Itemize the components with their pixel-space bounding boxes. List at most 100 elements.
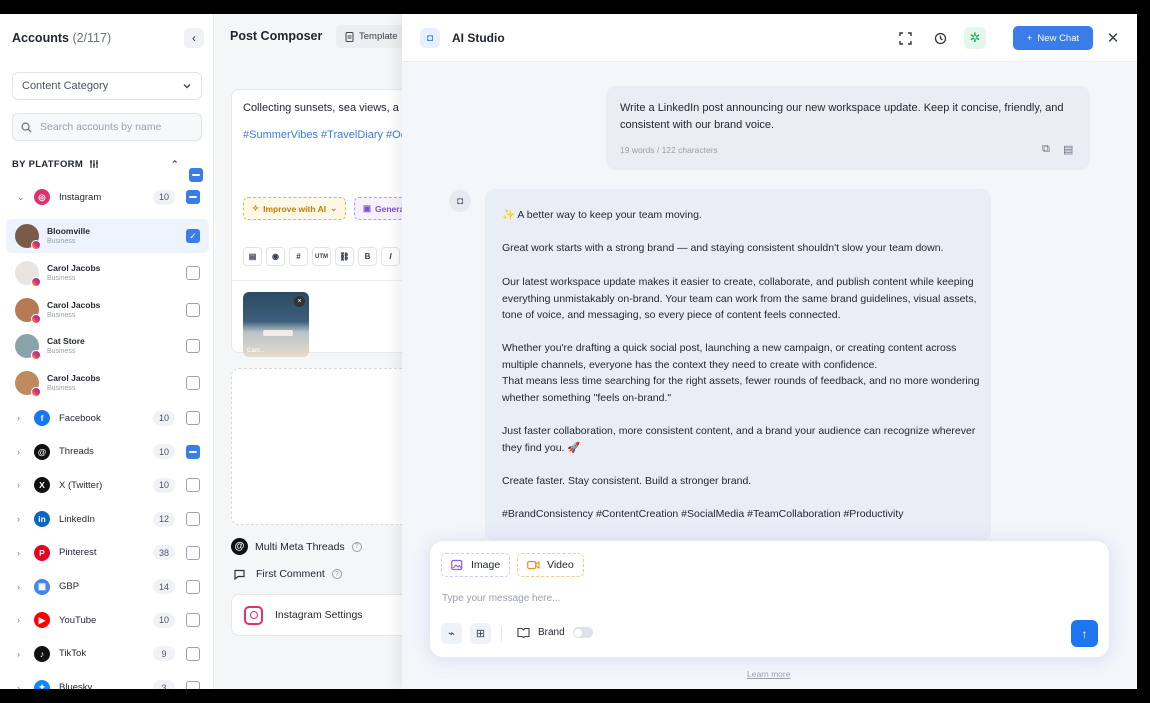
toolbar-button[interactable]: #: [289, 247, 308, 266]
platform-icon: P: [34, 544, 50, 561]
account-checkbox[interactable]: ✓: [186, 229, 200, 243]
media-thumbnail[interactable]: × Cam...: [243, 292, 309, 357]
help-icon[interactable]: ?: [351, 541, 362, 552]
help-icon[interactable]: ?: [331, 569, 342, 579]
platform-row-gbp[interactable]: › ▦ GBP 14: [0, 574, 213, 600]
toolbar-button[interactable]: I: [381, 247, 400, 266]
account-checkbox[interactable]: [186, 302, 200, 317]
platform-checkbox[interactable]: [186, 646, 200, 661]
fullscreen-icon[interactable]: [894, 27, 916, 49]
platform-row-pinterest[interactable]: › P Pinterest 38: [0, 540, 213, 566]
account-row[interactable]: Carol Jacobs Business: [6, 293, 209, 327]
account-row[interactable]: Bloomville Business ✓: [6, 219, 209, 253]
account-row[interactable]: Cat Store Business: [6, 329, 209, 363]
remove-media-icon[interactable]: ×: [294, 296, 305, 307]
accounts-header: Accounts (2/117): [12, 31, 111, 45]
account-type: Business: [47, 311, 76, 319]
platform-checkbox[interactable]: [186, 579, 200, 594]
platform-row-tiktok[interactable]: › ♪ TikTok 9: [0, 641, 213, 667]
brand-toggle-row[interactable]: Brand: [517, 627, 593, 638]
send-button[interactable]: ↑: [1071, 620, 1098, 647]
save-icon[interactable]: ▤: [1063, 143, 1073, 156]
video-icon: [527, 560, 540, 570]
account-checkbox[interactable]: [186, 376, 200, 391]
chevron-right-icon[interactable]: ›: [17, 447, 20, 457]
close-icon[interactable]: ✕: [1102, 27, 1124, 49]
history-icon[interactable]: [929, 27, 951, 49]
account-checkbox[interactable]: [186, 265, 200, 280]
post-text[interactable]: Collecting sunsets, sea views, a: [243, 102, 399, 114]
platform-checkbox[interactable]: [186, 680, 200, 689]
platform-checkbox[interactable]: [186, 478, 200, 493]
multi-threads-label: Multi Meta Threads: [255, 540, 345, 553]
account-search-box[interactable]: [12, 113, 202, 141]
generate-button[interactable]: ▣ Genera: [354, 197, 405, 220]
platform-icon: @: [34, 443, 50, 460]
improve-with-ai-button[interactable]: ✧ Improve with AI ⌄: [243, 197, 347, 220]
content-category-select[interactable]: Content Category: [12, 72, 202, 100]
chevron-down-icon[interactable]: ⌄: [17, 192, 25, 203]
platform-checkbox[interactable]: [186, 190, 200, 204]
divider: [232, 280, 405, 281]
template-button[interactable]: Template: [336, 25, 405, 48]
platform-row-facebook[interactable]: › f Facebook 10: [0, 405, 213, 431]
preview-area: [231, 368, 405, 525]
sparkles-icon[interactable]: ✲: [964, 27, 986, 49]
platform-row-threads[interactable]: › @ Threads 10: [0, 439, 213, 465]
assistant-paragraph: Just faster collaboration, more consiste…: [502, 425, 976, 454]
add-media-icon[interactable]: ⊞: [470, 623, 491, 644]
account-checkbox[interactable]: [186, 339, 200, 354]
first-comment-option[interactable]: First Comment ?: [234, 568, 342, 580]
platform-checkbox[interactable]: [186, 545, 200, 560]
book-icon: [517, 627, 530, 638]
learn-more-link[interactable]: Learn more: [747, 669, 790, 679]
chevron-right-icon[interactable]: ›: [17, 514, 20, 524]
post-hashtags[interactable]: #SummerVibes #TravelDiary #Oce: [243, 129, 405, 141]
attach-icon[interactable]: ⌁: [441, 623, 462, 644]
toolbar-button[interactable]: B: [358, 247, 377, 266]
platform-count: 10: [153, 410, 175, 426]
platform-icon: ✦: [34, 679, 50, 689]
new-chat-button[interactable]: + New Chat: [1013, 26, 1093, 50]
toolbar-button[interactable]: ⛓: [335, 247, 354, 266]
account-row[interactable]: Carol Jacobs Business: [6, 366, 209, 400]
account-row[interactable]: Carol Jacobs Business: [6, 256, 209, 290]
avatar: [15, 334, 41, 361]
copy-icon[interactable]: ⧉: [1042, 143, 1050, 156]
brand-toggle[interactable]: [572, 627, 593, 638]
platform-row-x-twitter[interactable]: › X X (Twitter) 10: [0, 472, 213, 498]
video-mode-button[interactable]: Video: [517, 553, 584, 577]
select-all-checkbox[interactable]: [189, 168, 203, 182]
toolbar-button[interactable]: ◉: [266, 247, 285, 266]
chevron-right-icon[interactable]: ›: [17, 649, 20, 659]
platform-checkbox[interactable]: [186, 613, 200, 628]
chevron-right-icon[interactable]: ›: [17, 548, 20, 558]
chevron-right-icon[interactable]: ›: [17, 683, 20, 689]
chevron-right-icon[interactable]: ›: [17, 582, 20, 592]
by-platform-header[interactable]: BY PLATFORM ⌃: [12, 156, 202, 172]
chevron-right-icon[interactable]: ›: [17, 480, 20, 490]
platform-checkbox[interactable]: [186, 512, 200, 527]
platform-checkbox[interactable]: [186, 411, 200, 425]
collapse-panel-button[interactable]: ‹: [184, 28, 204, 48]
toolbar-button[interactable]: ▤: [243, 247, 262, 266]
platform-row-instagram[interactable]: ⌄ ◎ Instagram 10: [0, 184, 213, 210]
platform-name: X (Twitter): [59, 479, 103, 491]
multi-meta-threads-option[interactable]: @ Multi Meta Threads ?: [231, 538, 362, 555]
chevron-right-icon[interactable]: ›: [17, 413, 20, 423]
chevron-down-icon: ⌄: [330, 203, 338, 213]
assistant-paragraph: #BrandConsistency #ContentCreation #Soci…: [502, 508, 904, 520]
ai-studio-header: ◘ AI Studio ✲ + New Chat ✕: [402, 14, 1137, 62]
chevron-right-icon[interactable]: ›: [17, 615, 20, 625]
toolbar-button[interactable]: UTM: [312, 247, 331, 266]
improve-label: Improve with AI: [263, 203, 327, 214]
platform-row-bluesky[interactable]: › ✦ Bluesky 3: [0, 675, 213, 689]
platform-checkbox[interactable]: [186, 444, 200, 459]
account-search-input[interactable]: [40, 121, 190, 133]
platform-row-linkedin[interactable]: › in LinkedIn 12: [0, 506, 213, 532]
chevron-up-icon[interactable]: ⌃: [171, 159, 179, 170]
message-input[interactable]: [442, 593, 1042, 604]
image-mode-button[interactable]: Image: [441, 553, 511, 577]
instagram-settings-section[interactable]: Instagram Settings: [231, 594, 405, 636]
platform-row-youtube[interactable]: › ▶ YouTube 10: [0, 607, 213, 633]
